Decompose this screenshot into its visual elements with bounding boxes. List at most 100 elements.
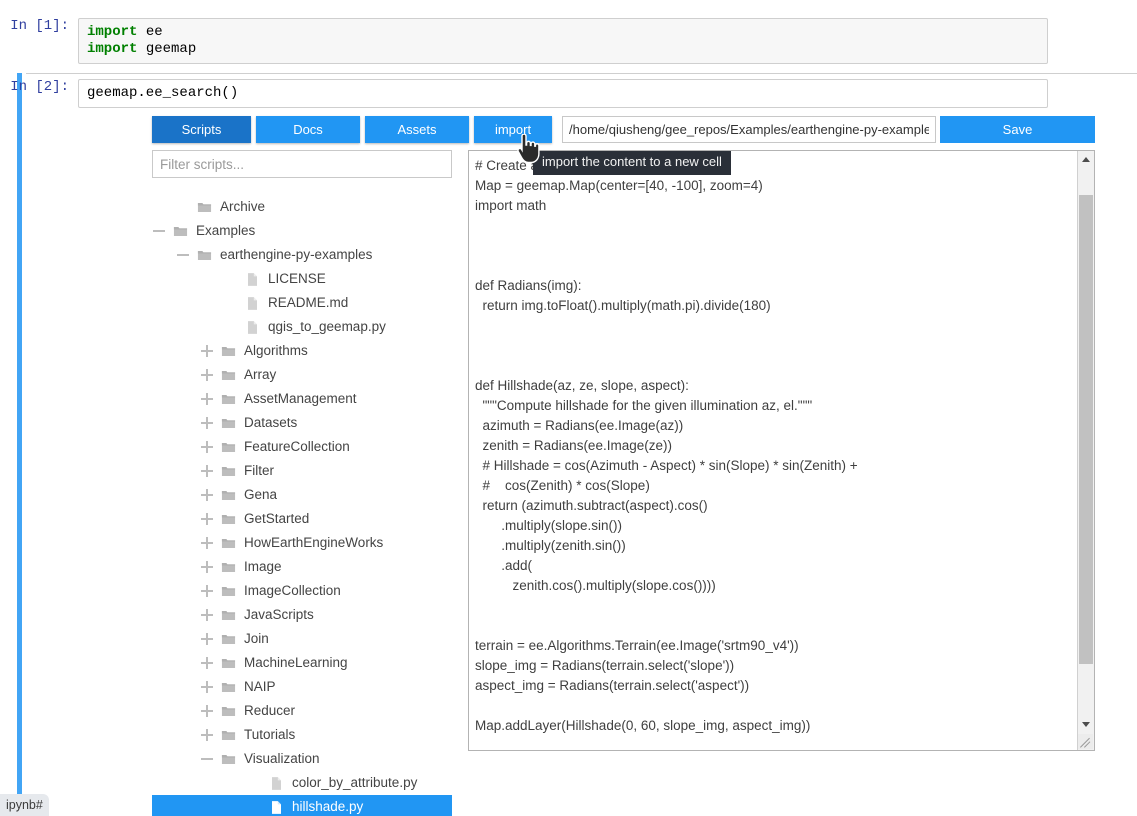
tree-node[interactable]: Visualization	[152, 747, 452, 771]
tree-node-label: MachineLearning	[244, 651, 348, 675]
tree-node[interactable]: AssetManagement	[152, 387, 452, 411]
code-preview-scrollbar[interactable]	[1077, 151, 1094, 750]
code-text: geemap	[137, 41, 196, 57]
tree-node[interactable]: GetStarted	[152, 507, 452, 531]
expand-icon[interactable]	[200, 680, 214, 694]
scroll-up-arrow-icon[interactable]	[1078, 151, 1094, 168]
tree-node-label: Join	[244, 627, 269, 651]
toggle-spacer	[224, 272, 238, 286]
notebook-cell-1[interactable]: In [1]: import ee import geemap	[0, 18, 1137, 64]
tree-node[interactable]: hillshade.py	[152, 795, 452, 816]
tree-node[interactable]: color_by_attribute.py	[152, 771, 452, 795]
folder-icon	[173, 224, 188, 239]
folder-icon	[221, 464, 236, 479]
tree-node-label: NAIP	[244, 675, 276, 699]
tree-node[interactable]: Image	[152, 555, 452, 579]
expand-icon[interactable]	[200, 536, 214, 550]
cell-1-prompt: In [1]:	[0, 18, 78, 34]
expand-icon[interactable]	[200, 464, 214, 478]
tree-node[interactable]: Archive	[152, 195, 452, 219]
tree-node[interactable]: qgis_to_geemap.py	[152, 315, 452, 339]
toggle-spacer	[176, 200, 190, 214]
collapse-icon[interactable]	[200, 752, 214, 766]
tree-node[interactable]: README.md	[152, 291, 452, 315]
tree-node[interactable]: LICENSE	[152, 267, 452, 291]
folder-icon	[221, 368, 236, 383]
expand-icon[interactable]	[200, 512, 214, 526]
cell-1-input[interactable]: import ee import geemap	[78, 18, 1048, 64]
tree-node[interactable]: HowEarthEngineWorks	[152, 531, 452, 555]
tree-node[interactable]: Array	[152, 363, 452, 387]
tree-node[interactable]: NAIP	[152, 675, 452, 699]
tree-node[interactable]: Join	[152, 627, 452, 651]
expand-icon[interactable]	[200, 728, 214, 742]
expand-icon[interactable]	[200, 368, 214, 382]
tree-node-label: Algorithms	[244, 339, 308, 363]
resize-handle[interactable]	[1078, 734, 1093, 749]
code-preview-text: # Create a Map = geemap.Map(center=[40, …	[475, 156, 1070, 751]
tree-node[interactable]: Examples	[152, 219, 452, 243]
expand-icon[interactable]	[200, 560, 214, 574]
tree-node-label: HowEarthEngineWorks	[244, 531, 383, 555]
toggle-spacer	[248, 776, 262, 790]
tree-node[interactable]: JavaScripts	[152, 603, 452, 627]
folder-icon	[221, 512, 236, 527]
tree-node[interactable]: Gena	[152, 483, 452, 507]
tree-node[interactable]: Filter	[152, 459, 452, 483]
expand-icon[interactable]	[200, 344, 214, 358]
cell-2-prompt: In [2]:	[0, 79, 78, 95]
import-button[interactable]: import	[474, 116, 552, 143]
tree-node-label: Datasets	[244, 411, 297, 435]
folder-icon	[221, 608, 236, 623]
expand-icon[interactable]	[200, 392, 214, 406]
tree-node[interactable]: earthengine-py-examples	[152, 243, 452, 267]
file-icon	[269, 776, 284, 791]
tree-node[interactable]: Reducer	[152, 699, 452, 723]
keyword-import: import	[87, 41, 137, 57]
tree-node-label: color_by_attribute.py	[292, 771, 417, 795]
expand-icon[interactable]	[200, 632, 214, 646]
expand-icon[interactable]	[200, 416, 214, 430]
tree-node[interactable]: MachineLearning	[152, 651, 452, 675]
folder-icon	[221, 752, 236, 767]
notebook-cell-2[interactable]: In [2]: geemap.ee_search()	[0, 79, 1137, 108]
tab-assets[interactable]: Assets	[365, 116, 469, 143]
tree-node[interactable]: Tutorials	[152, 723, 452, 747]
folder-icon	[197, 200, 212, 215]
file-icon	[245, 320, 260, 335]
tree-node[interactable]: Datasets	[152, 411, 452, 435]
tree-node[interactable]: Algorithms	[152, 339, 452, 363]
status-link-preview: ipynb#	[0, 794, 49, 816]
code-preview-box[interactable]: # Create a Map = geemap.Map(center=[40, …	[468, 150, 1095, 751]
tree-node[interactable]: ImageCollection	[152, 579, 452, 603]
scroll-down-arrow-icon[interactable]	[1078, 716, 1094, 733]
script-path-input[interactable]	[562, 116, 936, 143]
tab-scripts[interactable]: Scripts	[152, 116, 251, 143]
cell-2-input[interactable]: geemap.ee_search()	[78, 79, 1048, 108]
scrollbar-thumb[interactable]	[1079, 195, 1093, 664]
save-button[interactable]: Save	[940, 116, 1095, 143]
collapse-icon[interactable]	[152, 224, 166, 238]
tree-node[interactable]: FeatureCollection	[152, 435, 452, 459]
code-line: import ee	[87, 24, 1039, 41]
expand-icon[interactable]	[200, 608, 214, 622]
folder-icon	[221, 440, 236, 455]
collapse-icon[interactable]	[176, 248, 190, 262]
expand-icon[interactable]	[200, 656, 214, 670]
tree-node-label: Reducer	[244, 699, 295, 723]
tree-node-label: ImageCollection	[244, 579, 341, 603]
expand-icon[interactable]	[200, 704, 214, 718]
expand-icon[interactable]	[200, 440, 214, 454]
folder-icon	[221, 392, 236, 407]
tab-docs[interactable]: Docs	[256, 116, 360, 143]
expand-icon[interactable]	[200, 584, 214, 598]
toggle-spacer	[224, 296, 238, 310]
filter-scripts-input[interactable]	[152, 150, 452, 178]
expand-icon[interactable]	[200, 488, 214, 502]
folder-icon	[221, 704, 236, 719]
tree-node-label: JavaScripts	[244, 603, 314, 627]
tree-node-label: Tutorials	[244, 723, 295, 747]
folder-icon	[221, 656, 236, 671]
mouse-cursor-pointer-icon	[516, 134, 540, 169]
scripts-tree[interactable]: ArchiveExamplesearthengine-py-examplesLI…	[152, 195, 452, 816]
